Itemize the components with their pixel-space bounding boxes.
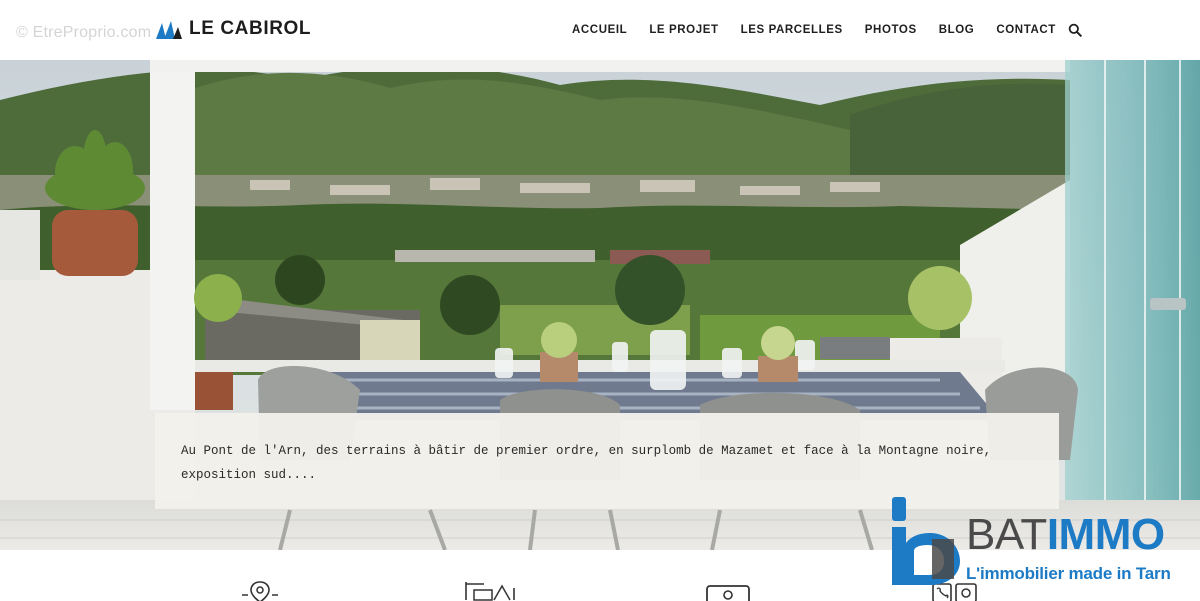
nav-photos[interactable]: PHOTOS [865, 24, 917, 36]
logo-mark-icon [156, 21, 182, 39]
brand-name: LE CABIROL [189, 18, 312, 39]
nav-accueil[interactable]: ACCUEIL [572, 24, 627, 36]
location-pin-icon[interactable] [240, 580, 280, 601]
batimmo-logo: BATIMMO L'immobilier made in Tarn [886, 493, 1192, 589]
site-header: © EtreProprio.com LE CABIROL ACCUEIL LE … [0, 0, 1200, 60]
nav-le-projet[interactable]: LE PROJET [649, 24, 718, 36]
batimmo-name-light: BAT [966, 510, 1047, 559]
search-icon[interactable] [1068, 23, 1082, 37]
nav-contact[interactable]: CONTACT [996, 24, 1056, 36]
hero-banner: Au Pont de l'Arn, des terrains à bâtir d… [0, 60, 1200, 550]
batimmo-mark-icon [892, 497, 960, 585]
batimmo-slogan: L'immobilier made in Tarn [966, 564, 1171, 583]
construction-icon[interactable] [464, 580, 520, 601]
batimmo-wordmark: BATIMMO [966, 513, 1165, 557]
main-nav: ACCUEIL LE PROJET LES PARCELLES PHOTOS B… [572, 22, 1082, 38]
hero-caption: Au Pont de l'Arn, des terrains à bâtir d… [181, 444, 992, 482]
nav-blog[interactable]: BLOG [939, 24, 975, 36]
site-logo[interactable]: LE CABIROL [156, 17, 311, 41]
photo-icon[interactable] [706, 580, 750, 601]
batimmo-name-bold: IMMO [1046, 510, 1165, 559]
nav-les-parcelles[interactable]: LES PARCELLES [741, 24, 843, 36]
watermark-text: © EtreProprio.com [16, 24, 152, 41]
